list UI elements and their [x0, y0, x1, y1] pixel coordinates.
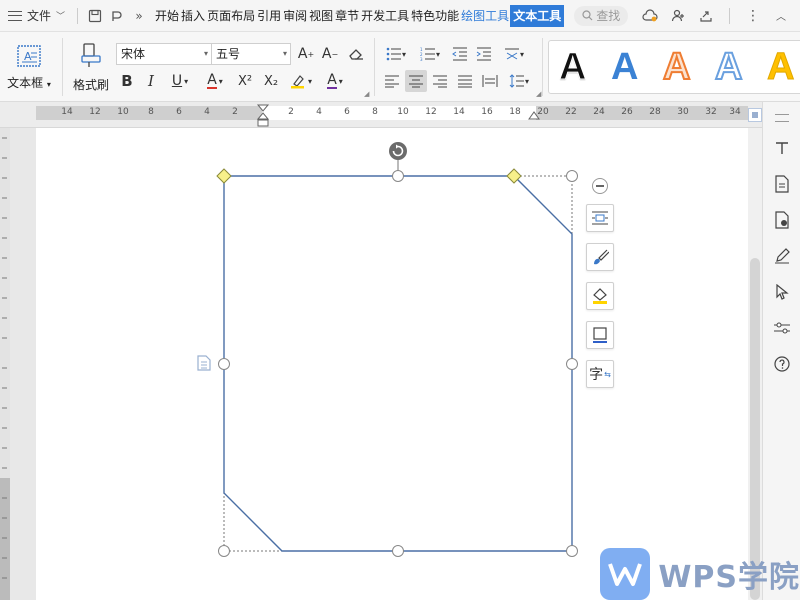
anchor-icon: [197, 355, 211, 371]
fill-bucket-icon: [593, 288, 607, 304]
document-settings-icon[interactable]: [772, 210, 792, 230]
shape-selection-layer: [197, 142, 578, 557]
ruler-toggle-icon[interactable]: [748, 108, 762, 122]
wps-writer-window: 文件 ﹀ » 开始 插入 页面布局 引用 审阅 视图 章节 开发工具 特色功能 …: [0, 0, 800, 600]
snip-corner-rectangle-shape[interactable]: [223, 175, 573, 552]
resize-handle-top-right[interactable]: [566, 170, 578, 182]
resize-handle-bottom-right[interactable]: [566, 545, 578, 557]
watermark-text: WPS学院: [658, 560, 800, 595]
right-sidebar: [762, 102, 800, 600]
text-icon[interactable]: [772, 138, 792, 158]
resize-handle-bottom-left[interactable]: [218, 545, 230, 557]
fill-button[interactable]: [586, 282, 614, 310]
text-direction-quick-button[interactable]: 字 ⇆: [586, 360, 614, 388]
wps-logo-icon: [600, 548, 651, 600]
resize-handle-right[interactable]: [566, 358, 578, 370]
outline-icon: [593, 327, 607, 343]
shape-style-button[interactable]: [586, 243, 614, 271]
brush-icon: [594, 249, 609, 265]
rotate-handle-icon[interactable]: [389, 142, 407, 160]
wps-academy-watermark: WPS学院: [600, 548, 800, 600]
document-icon[interactable]: [772, 174, 792, 194]
text-direction-glyph: 字: [589, 367, 604, 383]
layout-options-button[interactable]: [586, 204, 614, 232]
resize-handle-left[interactable]: [218, 358, 230, 370]
adjust-icon[interactable]: [772, 318, 792, 338]
pen-icon[interactable]: [772, 246, 792, 266]
sidebar-menu-icon[interactable]: [772, 108, 792, 128]
select-icon[interactable]: [772, 282, 792, 302]
resize-handle-bottom[interactable]: [392, 545, 404, 557]
resize-handle-top[interactable]: [392, 170, 404, 182]
vertical-scrollbar[interactable]: [748, 128, 762, 600]
outline-button[interactable]: [586, 321, 614, 349]
help-icon[interactable]: [772, 354, 792, 374]
layout-options-icon: [592, 211, 608, 225]
collapse-toolbar-icon[interactable]: [592, 178, 608, 194]
